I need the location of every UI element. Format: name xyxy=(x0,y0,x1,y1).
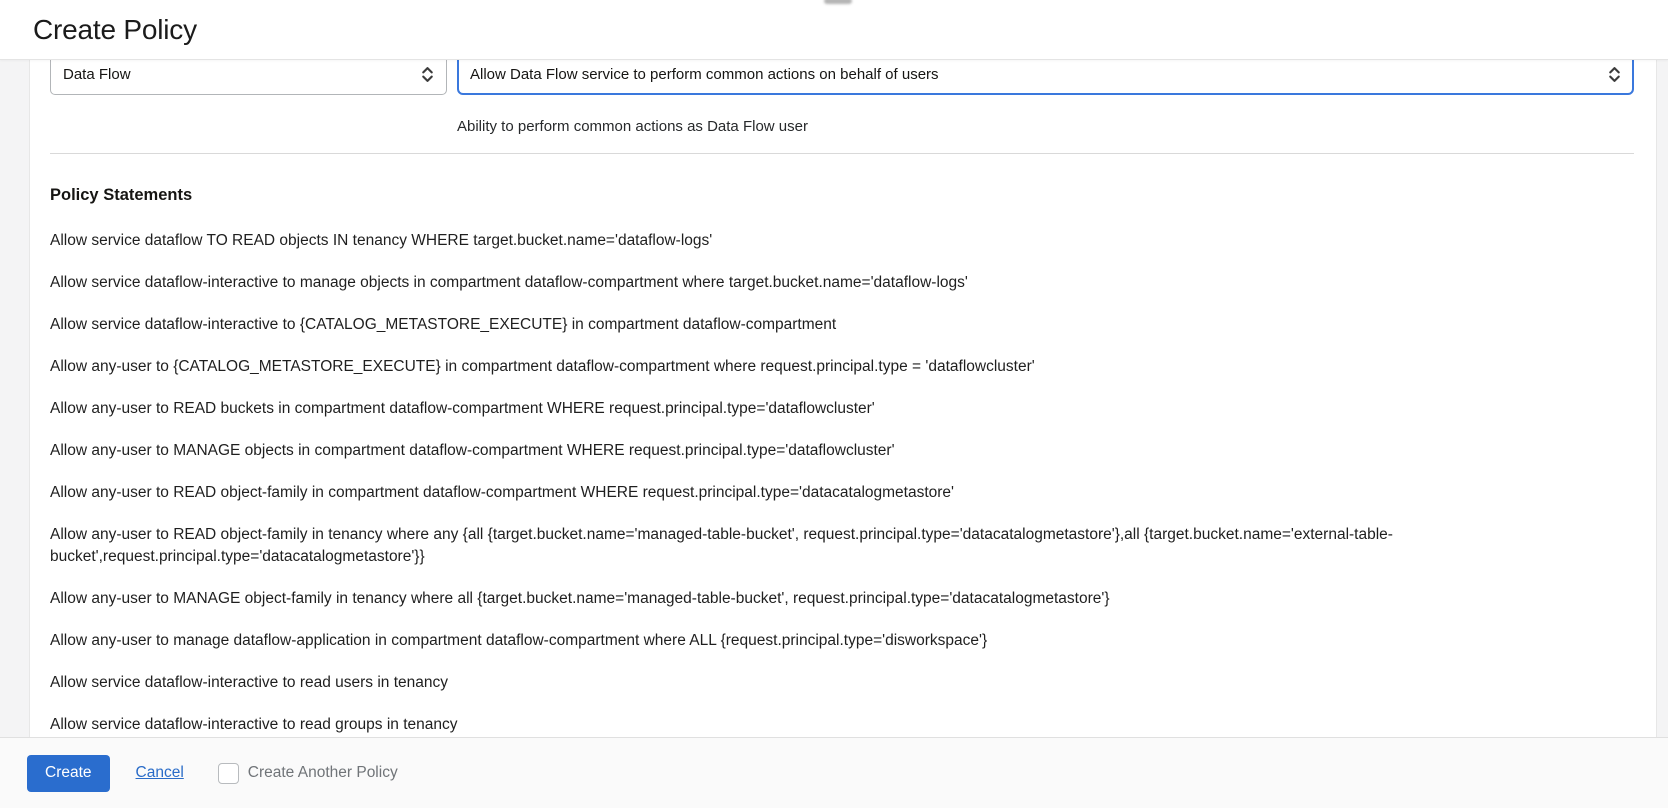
form-panel: Data Flow Allow Data Flow service to per… xyxy=(29,60,1657,737)
left-gutter xyxy=(0,60,29,737)
policy-statement: Allow any-user to MANAGE object-family i… xyxy=(50,590,1110,607)
top-notch-artifact xyxy=(824,0,852,4)
create-policy-dialog: Create Policy Data Flow Allow Data Flow … xyxy=(0,0,1668,808)
cancel-link[interactable]: Cancel xyxy=(136,764,184,782)
policy-statement: Allow service dataflow-interactive to re… xyxy=(50,716,458,733)
policy-statement: Allow any-user to manage dataflow-applic… xyxy=(50,632,988,649)
policy-template-select-value: Allow Data Flow service to perform commo… xyxy=(470,65,939,83)
create-another-label: Create Another Policy xyxy=(247,764,398,781)
create-button[interactable]: Create xyxy=(27,754,110,792)
policy-statement: Allow any-user to MANAGE objects in comp… xyxy=(50,442,895,459)
right-gutter xyxy=(1657,60,1668,737)
policy-statement: Allow service dataflow-interactive to re… xyxy=(50,674,449,691)
policy-statement: Allow service dataflow-interactive to {C… xyxy=(50,316,837,333)
page-title: Create Policy xyxy=(33,13,197,45)
dialog-body: Data Flow Allow Data Flow service to per… xyxy=(0,60,1668,737)
policy-statement: Allow any-user to {CATALOG_METASTORE_EXE… xyxy=(50,358,1035,375)
select-row-clip: Data Flow Allow Data Flow service to per… xyxy=(50,60,1634,95)
policy-statement: Allow any-user to READ object-family in … xyxy=(50,526,1393,565)
policy-statements-list: Allow service dataflow TO READ objects I… xyxy=(50,230,1634,736)
select-updown-chevron-icon xyxy=(413,66,434,83)
policy-statement: Allow service dataflow TO READ objects I… xyxy=(50,232,713,249)
policy-statements-heading: Policy Statements xyxy=(50,186,193,204)
template-helper-text: Ability to perform common actions as Dat… xyxy=(457,118,808,135)
dialog-header: Create Policy xyxy=(0,0,1668,60)
policy-statement: Allow any-user to READ object-family in … xyxy=(50,484,955,501)
policy-statement: Allow service dataflow-interactive to ma… xyxy=(50,274,968,291)
policy-template-select[interactable]: Allow Data Flow service to perform commo… xyxy=(457,60,1634,95)
create-another-checkbox[interactable] xyxy=(217,762,239,784)
policy-statement: Allow any-user to READ buckets in compar… xyxy=(50,400,875,417)
service-select[interactable]: Data Flow xyxy=(50,60,447,95)
section-divider xyxy=(50,153,1634,154)
service-select-value: Data Flow xyxy=(63,65,131,83)
action-bar: Create Cancel Create Another Policy xyxy=(0,737,1668,808)
select-updown-chevron-icon xyxy=(1600,66,1621,83)
